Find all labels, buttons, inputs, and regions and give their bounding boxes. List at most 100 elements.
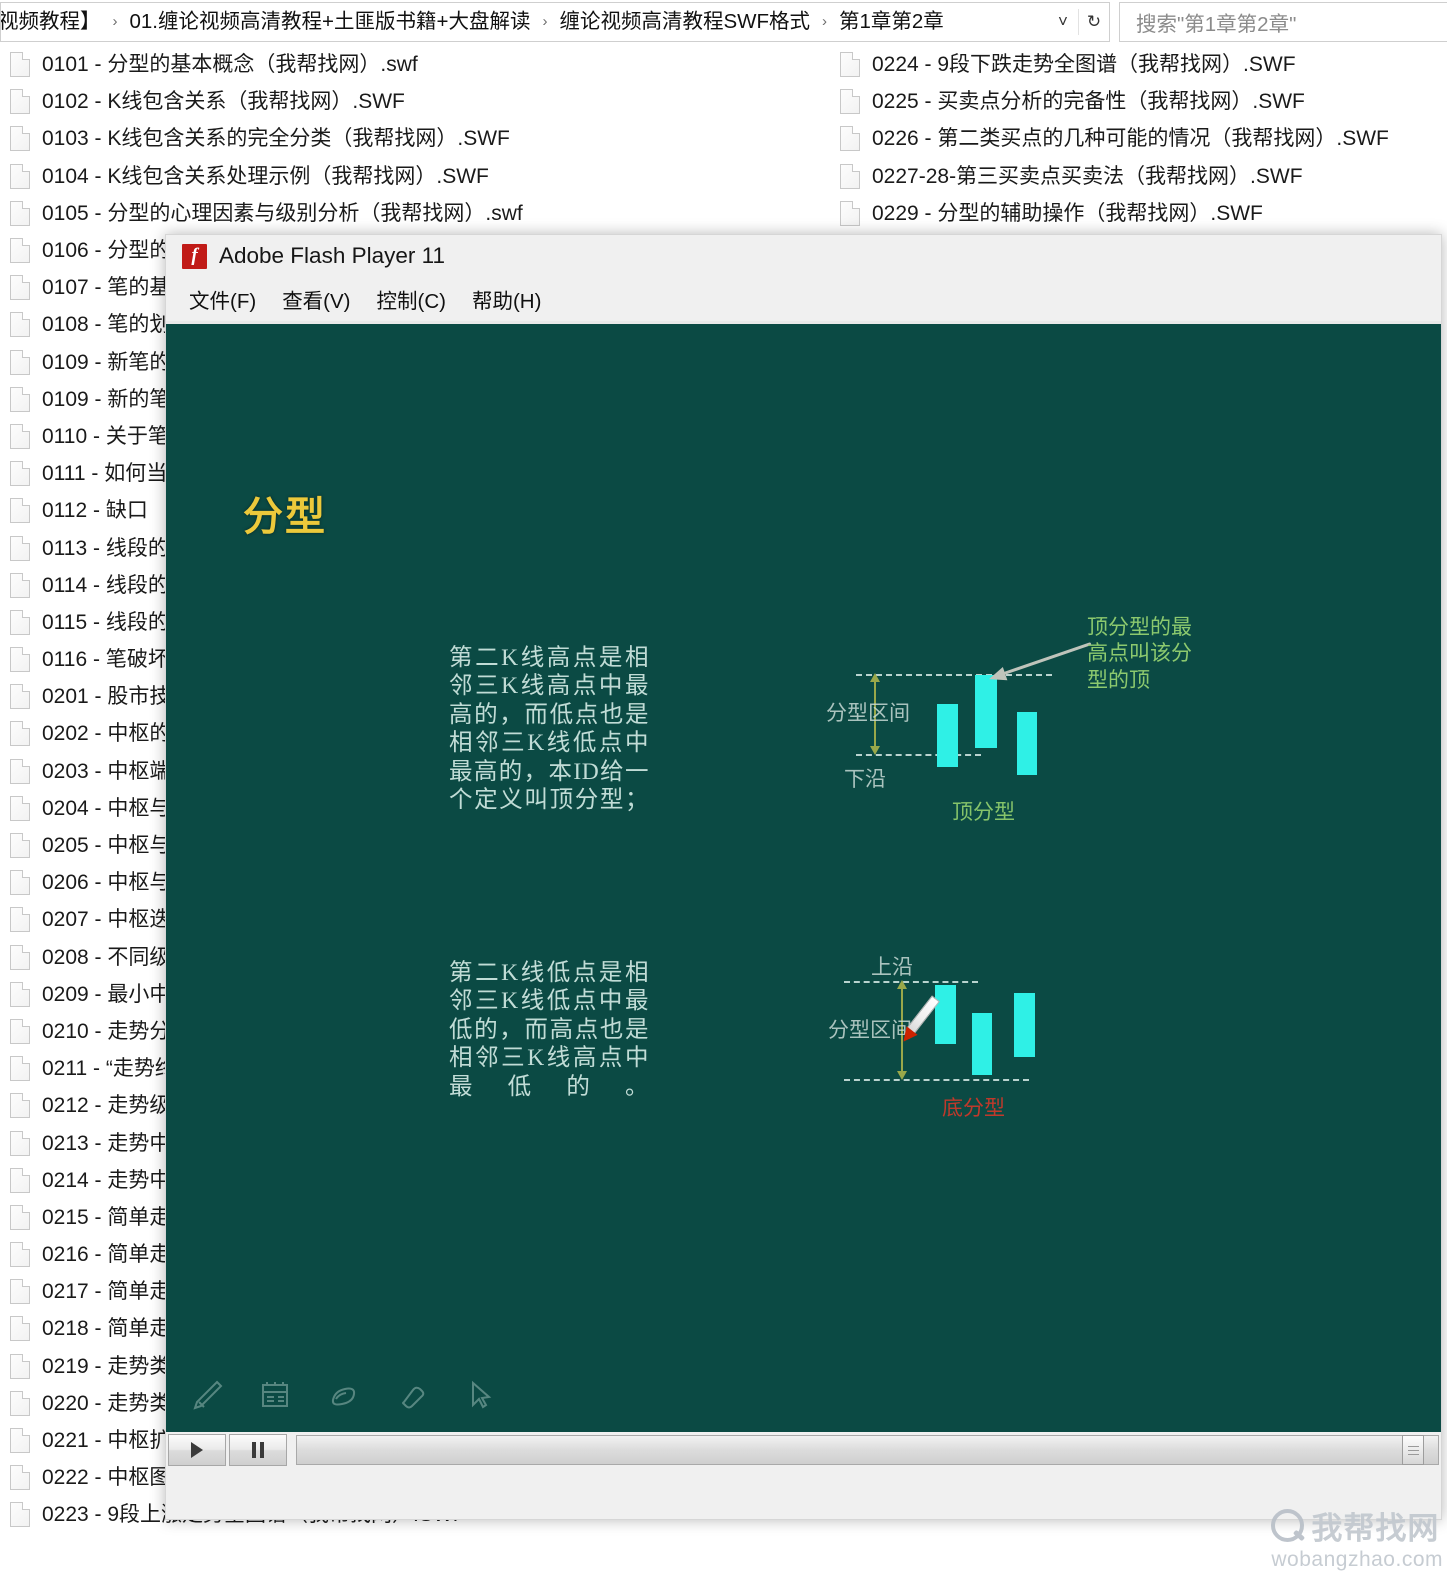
- file-icon: [10, 1130, 30, 1156]
- file-icon: [840, 89, 860, 115]
- candle-4: [935, 985, 956, 1044]
- horizontal-scrollbar[interactable]: [296, 1435, 1439, 1465]
- file-icon: [10, 981, 30, 1007]
- file-icon: [10, 721, 30, 747]
- menu-item-view[interactable]: 查看(V): [269, 280, 363, 318]
- bottom-fractal-diagram: 上沿 分型区间 底分型: [166, 324, 1441, 1432]
- file-name: 0222 - 中枢图: [42, 1466, 171, 1490]
- screen: 视频教程】 › 01.缠论视频高清教程+土匪版书籍+大盘解读 › 缠论视频高清教…: [0, 0, 1447, 1574]
- play-button[interactable]: [168, 1434, 226, 1466]
- file-icon: [10, 870, 30, 896]
- file-name: 0114 - 线段的: [42, 573, 169, 597]
- highlighter-icon[interactable]: [320, 1372, 366, 1418]
- file-row[interactable]: 0104 - K线包含关系处理示例（我帮找网）.SWF: [0, 158, 830, 195]
- file-icon: [840, 163, 860, 189]
- file-icon: [10, 238, 30, 264]
- flash-logo-icon: f: [182, 243, 207, 269]
- eraser-icon[interactable]: [388, 1372, 434, 1418]
- flash-stage[interactable]: 分型 第二K线高点是相邻三K线高点中最高的，而低点也是相邻三K线低点中最高的，本…: [166, 324, 1441, 1432]
- file-icon: [10, 535, 30, 561]
- file-icon: [10, 89, 30, 115]
- file-row[interactable]: 0225 - 买卖点分析的完备性（我帮找网）.SWF: [830, 83, 1447, 120]
- file-icon: [10, 795, 30, 821]
- file-name: 0115 - 线段的: [42, 610, 169, 634]
- chevron-down-icon[interactable]: ˅: [1048, 3, 1078, 41]
- file-icon: [10, 684, 30, 710]
- breadcrumb-separator-icon: ›: [822, 13, 827, 30]
- file-name: 0224 - 9段下跌走势全图谱（我帮找网）.SWF: [872, 53, 1296, 77]
- file-row[interactable]: 0229 - 分型的辅助操作（我帮找网）.SWF: [830, 195, 1447, 232]
- file-row[interactable]: 0103 - K线包含关系的完全分类（我帮找网）.SWF: [0, 120, 830, 157]
- watermark-row: 我帮找网: [1269, 1503, 1439, 1548]
- refresh-icon[interactable]: ↻: [1079, 3, 1109, 41]
- file-name: 0208 - 不同级: [42, 945, 171, 969]
- breadcrumb[interactable]: 视频教程】 › 01.缠论视频高清教程+土匪版书籍+大盘解读 › 缠论视频高清教…: [0, 2, 1110, 42]
- file-icon: [10, 833, 30, 859]
- file-name: 0102 - K线包含关系（我帮找网）.SWF: [42, 90, 405, 114]
- pause-button[interactable]: [229, 1434, 287, 1466]
- file-name: 0206 - 中枢与: [42, 871, 171, 895]
- file-name: 0111 - 如何当: [42, 462, 168, 486]
- menu-item-control[interactable]: 控制(C): [364, 280, 459, 318]
- file-icon: [10, 907, 30, 933]
- file-icon: [10, 498, 30, 524]
- file-icon: [10, 461, 30, 487]
- file-icon: [10, 52, 30, 78]
- file-icon: [10, 1242, 30, 1268]
- file-icon: [10, 572, 30, 598]
- file-row[interactable]: 0227-28-第三买卖点买卖法（我帮找网）.SWF: [830, 158, 1447, 195]
- file-name: 0107 - 笔的基: [42, 276, 171, 300]
- file-icon: [10, 647, 30, 673]
- search-placeholder: 搜索"第1章第2章": [1136, 13, 1297, 36]
- flash-player-titlebar[interactable]: f Adobe Flash Player 11: [166, 235, 1441, 277]
- file-name: 0214 - 走势中: [42, 1168, 171, 1192]
- breadcrumb-separator-icon: ›: [542, 13, 548, 30]
- file-name: 0221 - 中枢扩: [42, 1429, 171, 1453]
- candle-6: [1014, 993, 1035, 1057]
- file-name: 0207 - 中枢迭: [42, 908, 171, 932]
- breadcrumb-item-2[interactable]: 缠论视频高清教程SWF格式: [556, 3, 813, 41]
- file-name: 0113 - 线段的: [42, 536, 169, 560]
- breadcrumb-item-0[interactable]: 视频教程】: [1, 3, 104, 41]
- menu-item-help[interactable]: 帮助(H): [459, 280, 554, 318]
- search-input[interactable]: 搜索"第1章第2章": [1119, 2, 1447, 42]
- file-name: 0104 - K线包含关系处理示例（我帮找网）.SWF: [42, 164, 489, 188]
- file-icon: [10, 1093, 30, 1119]
- play-icon: [191, 1442, 203, 1458]
- file-row[interactable]: 0226 - 第二类买点的几种可能的情况（我帮找网）.SWF: [830, 120, 1447, 157]
- breadcrumb-item-3[interactable]: 第1章第2章: [836, 3, 947, 41]
- pencil-icon[interactable]: [184, 1372, 230, 1418]
- label-bottom-fractal-caption: 底分型: [942, 1096, 1005, 1120]
- lower-boundary-dashline-bottom: [844, 1079, 1029, 1081]
- candle-5: [972, 1013, 992, 1075]
- file-icon: [10, 349, 30, 375]
- stage-drawing-toolbar[interactable]: [184, 1372, 502, 1418]
- menu-item-file[interactable]: 文件(F): [176, 280, 269, 318]
- file-icon: [10, 423, 30, 449]
- breadcrumb-item-1[interactable]: 01.缠论视频高清教程+土匪版书籍+大盘解读: [127, 3, 534, 41]
- file-name: 0220 - 走势类: [42, 1391, 171, 1415]
- player-controls[interactable]: [166, 1432, 1441, 1468]
- file-name: 0108 - 笔的划: [42, 313, 171, 337]
- breadcrumb-separator-icon: ›: [112, 13, 118, 30]
- file-icon: [10, 1502, 30, 1528]
- file-icon: [10, 1018, 30, 1044]
- file-name: 0215 - 简单走: [42, 1205, 171, 1229]
- label-interval-bottom: 分型区间: [828, 1018, 912, 1042]
- notebook-icon[interactable]: [252, 1372, 298, 1418]
- file-name: 0110 - 关于笔: [42, 424, 169, 448]
- file-row[interactable]: 0224 - 9段下跌走势全图谱（我帮找网）.SWF: [830, 46, 1447, 83]
- cursor-arrow-icon[interactable]: [456, 1372, 502, 1418]
- file-row[interactable]: 0102 - K线包含关系（我帮找网）.SWF: [0, 83, 830, 120]
- file-row[interactable]: 0101 - 分型的基本概念（我帮找网）.swf: [0, 46, 830, 83]
- flash-player-window[interactable]: f Adobe Flash Player 11 文件(F) 查看(V) 控制(C…: [165, 234, 1442, 1520]
- magnifier-icon: [1269, 1507, 1307, 1545]
- file-icon: [840, 200, 860, 226]
- scrollbar-thumb[interactable]: [1402, 1435, 1424, 1465]
- file-name: 0204 - 中枢与: [42, 796, 171, 820]
- file-icon: [10, 163, 30, 189]
- file-name: 0219 - 走势类: [42, 1354, 171, 1378]
- file-icon: [10, 1056, 30, 1082]
- file-name: 0205 - 中枢与: [42, 834, 171, 858]
- file-row[interactable]: 0105 - 分型的心理因素与级别分析（我帮找网）.swf: [0, 195, 830, 232]
